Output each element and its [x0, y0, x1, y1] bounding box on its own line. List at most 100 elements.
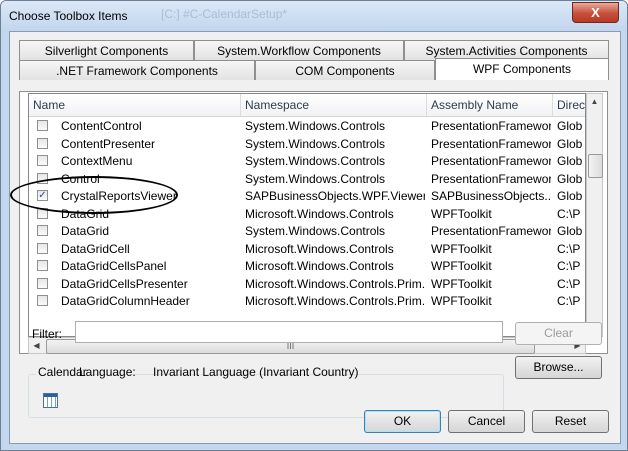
row-checkbox[interactable] — [37, 260, 48, 271]
cell-namespace: System.Windows.Controls — [245, 154, 386, 168]
ok-button[interactable]: OK — [364, 410, 441, 433]
table-row[interactable]: ContextMenu System.Windows.Controls Presen… — [29, 152, 585, 170]
table-row[interactable]: DataGridCell Microsoft.Windows.Controls WP… — [29, 240, 585, 258]
clear-button[interactable]: Clear — [515, 322, 602, 345]
table-row[interactable]: DataGrid Microsoft.Windows.Controls WPFToo… — [29, 205, 585, 223]
row-checkbox[interactable] — [37, 277, 48, 289]
close-icon: X — [591, 5, 600, 20]
cell-namespace: System.Windows.Controls — [245, 136, 386, 151]
table-row[interactable]: DataGrid System.Windows.Controls Presentat… — [29, 222, 585, 240]
cell-directory: Glob — [557, 171, 583, 186]
language-label: Language: — [79, 365, 136, 379]
cell-directory: Glob — [557, 189, 583, 203]
tab-system-workflow-components[interactable]: System.Workflow Components — [194, 40, 404, 60]
cell-directory: Glob — [557, 136, 583, 151]
row-checkbox[interactable] — [37, 295, 48, 306]
table-row[interactable]: ContentControl System.Windows.Controls Pre… — [29, 117, 585, 135]
cell-namespace: SAPBusinessObjects.WPF.Viewer — [245, 189, 425, 203]
calendar-icon — [43, 393, 58, 408]
window-title: Choose Toolbox Items — [9, 9, 128, 23]
cell-name: DataGridCell — [61, 241, 130, 256]
cell-name: ContextMenu — [61, 154, 133, 168]
browse-button[interactable]: Browse... — [515, 356, 602, 379]
row-checkbox[interactable]: ✓ — [37, 190, 48, 201]
scroll-up-icon[interactable]: ▲ — [587, 94, 602, 110]
cell-assembly-name: SAPBusinessObjects.... — [431, 189, 551, 203]
tab-silverlight-components[interactable]: Silverlight Components — [19, 40, 194, 60]
cell-directory: C:\P — [557, 294, 581, 308]
cell-directory: Glob — [557, 224, 583, 238]
tab-system-activities-components[interactable]: System.Activities Components — [404, 40, 609, 60]
table-row[interactable]: ✓ CrystalReportsViewer SAPBusinessObjects.… — [29, 187, 585, 205]
cell-namespace: Microsoft.Windows.Controls — [245, 259, 394, 273]
tab-row-front: .NET Framework Components COM Components… — [19, 58, 609, 81]
row-checkbox[interactable] — [37, 172, 48, 184]
vertical-scrollbar[interactable]: ▲ ▼ — [586, 93, 603, 337]
cell-name: DataGridColumnHeader — [61, 294, 190, 308]
tab-wpf-components[interactable]: WPF Components — [435, 58, 609, 80]
row-checkbox[interactable] — [37, 207, 48, 219]
checkmark-icon: ✓ — [38, 190, 47, 201]
list-header: Name Namespace Assembly Name Direc — [29, 94, 585, 117]
cell-directory: C:\P — [557, 276, 581, 291]
row-checkbox[interactable] — [37, 242, 48, 254]
dialog-client-area: Silverlight Components System.Workflow C… — [9, 31, 621, 444]
cell-namespace: System.Windows.Controls — [245, 224, 386, 238]
column-header-namespace[interactable]: Namespace — [241, 94, 427, 116]
cell-directory: Glob — [557, 154, 583, 168]
cell-name: DataGridCellsPanel — [61, 259, 167, 273]
background-window-title: [C:] #C-CalendarSetup* — [161, 7, 288, 21]
cell-namespace: Microsoft.Windows.Controls — [245, 206, 394, 221]
cell-assembly-name: PresentationFramework — [431, 119, 551, 133]
cell-namespace: System.Windows.Controls — [245, 171, 386, 186]
language-value: Invariant Language (Invariant Country) — [153, 365, 359, 379]
row-checkbox[interactable] — [37, 225, 48, 236]
table-row[interactable]: DataGridColumnHeader Microsoft.Windows.Co… — [29, 292, 585, 310]
cell-namespace: Microsoft.Windows.Controls.Prim... — [245, 294, 425, 308]
filter-label-text: Filter: — [32, 327, 62, 341]
cell-assembly-name: WPFToolkit — [431, 259, 492, 273]
cell-name: ContentControl — [61, 119, 142, 133]
tab-net-framework-components[interactable]: .NET Framework Components — [19, 60, 255, 80]
filter-input[interactable] — [75, 321, 503, 343]
column-header-assembly-name[interactable]: Assembly Name — [427, 94, 553, 116]
cancel-button[interactable]: Cancel — [448, 410, 525, 433]
tab-com-components[interactable]: COM Components — [255, 60, 435, 80]
cell-directory: Glob — [557, 119, 583, 133]
cell-name: DataGridCellsPresenter — [61, 276, 188, 291]
cell-assembly-name: PresentationFramework — [431, 154, 551, 168]
cell-assembly-name: PresentationFramework — [431, 136, 551, 151]
components-list[interactable]: Name Namespace Assembly Name Direc Conte… — [28, 93, 586, 337]
row-checkbox[interactable] — [37, 155, 48, 166]
table-row[interactable]: ContentPresenter System.Windows.Controls P… — [29, 135, 585, 153]
cell-name: ContentPresenter — [61, 136, 156, 151]
cell-directory: C:\P — [557, 206, 581, 221]
cell-namespace: System.Windows.Controls — [245, 119, 386, 133]
cell-namespace: Microsoft.Windows.Controls — [245, 241, 394, 256]
cell-name: Control — [61, 171, 100, 186]
close-button[interactable]: X — [572, 2, 619, 23]
table-row[interactable]: Control System.Windows.Controls Presentati… — [29, 170, 585, 188]
table-row[interactable]: DataGridCellsPresenter Microsoft.Windows.… — [29, 275, 585, 293]
cell-directory: C:\P — [557, 259, 581, 273]
cell-assembly-name: WPFToolkit — [431, 294, 492, 308]
cell-name: DataGrid — [61, 224, 110, 238]
cell-assembly-name: PresentationFramework — [431, 171, 551, 186]
cell-name: DataGrid — [61, 206, 110, 221]
table-row[interactable]: DataGridCellsPanel Microsoft.Windows.Cont… — [29, 257, 585, 275]
column-header-directory[interactable]: Direc — [553, 94, 585, 116]
choose-toolbox-items-dialog: Choose Toolbox Items [C:] #C-CalendarSet… — [0, 0, 628, 451]
title-bar: Choose Toolbox Items [C:] #C-CalendarSet… — [1, 1, 627, 31]
cell-assembly-name: WPFToolkit — [431, 206, 492, 221]
column-header-name[interactable]: Name — [29, 94, 241, 116]
vertical-scroll-thumb[interactable] — [588, 154, 603, 178]
cell-directory: C:\P — [557, 241, 581, 256]
row-checkbox[interactable] — [37, 120, 48, 131]
cell-assembly-name: WPFToolkit — [431, 276, 492, 291]
cell-assembly-name: WPFToolkit — [431, 241, 492, 256]
reset-button[interactable]: Reset — [532, 410, 609, 433]
cell-assembly-name: PresentationFramework — [431, 224, 551, 238]
cell-namespace: Microsoft.Windows.Controls.Prim... — [245, 276, 425, 291]
cell-name: CrystalReportsViewer — [61, 189, 177, 203]
row-checkbox[interactable] — [37, 137, 48, 149]
